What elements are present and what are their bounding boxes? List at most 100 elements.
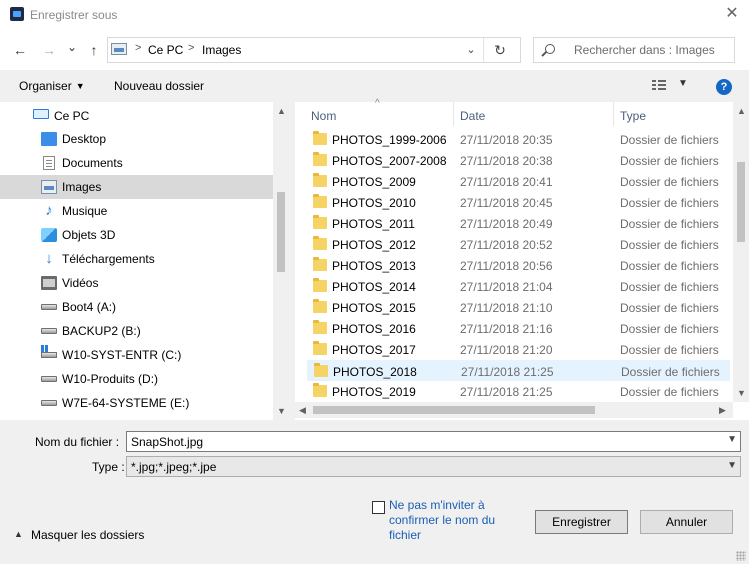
recent-locations-chevron-icon[interactable]: ⌄ [63, 38, 81, 56]
breadcrumb-separator-icon[interactable]: > [188, 42, 194, 54]
file-row[interactable]: PHOTOS_1999-2006 27/11/2018 20:35 Dossie… [307, 129, 730, 150]
address-divider [483, 38, 484, 62]
file-row[interactable]: PHOTOS_2014 27/11/2018 21:04 Dossier de … [307, 276, 730, 297]
column-header-name[interactable]: Nom [311, 109, 336, 123]
search-input[interactable] [574, 42, 732, 58]
file-name: PHOTOS_2009 [332, 175, 416, 189]
scroll-down-icon[interactable]: ▼ [277, 406, 286, 416]
file-date: 27/11/2018 20:49 [460, 217, 553, 231]
file-type: Dossier de fichiers [620, 259, 719, 273]
column-header-date[interactable]: Date [460, 109, 485, 123]
breadcrumb-separator-icon[interactable]: > [135, 42, 141, 54]
file-date: 27/11/2018 20:35 [460, 133, 553, 147]
file-date: 27/11/2018 21:25 [461, 365, 554, 379]
file-row-selected[interactable]: PHOTOS_2018 27/11/2018 21:25 Dossier de … [307, 360, 730, 381]
music-icon: ♪ [45, 202, 53, 219]
scrollbar-thumb[interactable] [277, 192, 285, 272]
sidebar-item-3d-objects[interactable]: Objets 3D [0, 223, 273, 247]
new-folder-button[interactable]: Nouveau dossier [114, 79, 204, 93]
file-name: PHOTOS_2014 [332, 280, 416, 294]
folder-icon [313, 215, 327, 229]
file-row[interactable]: PHOTOS_2010 27/11/2018 20:45 Dossier de … [307, 192, 730, 213]
file-row[interactable]: PHOTOS_2019 27/11/2018 21:25 Dossier de … [307, 381, 730, 402]
file-row[interactable]: PHOTOS_2009 27/11/2018 20:41 Dossier de … [307, 171, 730, 192]
downloads-icon: ↓ [45, 250, 53, 267]
sidebar-item-music[interactable]: ♪ Musique [0, 199, 273, 223]
file-row[interactable]: PHOTOS_2013 27/11/2018 20:56 Dossier de … [307, 255, 730, 276]
file-row[interactable]: PHOTOS_2011 27/11/2018 20:49 Dossier de … [307, 213, 730, 234]
sidebar-item-drive-e[interactable]: W7E-64-SYSTEME (E:) [0, 391, 273, 415]
column-divider[interactable] [613, 102, 614, 126]
scroll-up-icon[interactable]: ▲ [737, 106, 746, 116]
breadcrumb-this-pc[interactable]: Ce PC [148, 43, 183, 57]
navigation-pane: Ce PC Desktop Documents Images ♪ Musique… [0, 102, 289, 420]
chevron-down-icon[interactable]: ▼ [727, 434, 737, 445]
organize-menu[interactable]: Organiser ▼ [19, 79, 85, 93]
sidebar-item-documents[interactable]: Documents [0, 151, 273, 175]
title-bar: Enregistrer sous ✕ [0, 0, 749, 30]
file-type: Dossier de fichiers [620, 385, 719, 399]
file-row[interactable]: PHOTOS_2017 27/11/2018 21:20 Dossier de … [307, 339, 730, 360]
refresh-icon[interactable]: ↻ [488, 41, 512, 59]
column-header-type[interactable]: Type [620, 109, 646, 123]
folder-icon [313, 320, 327, 334]
scrollbar-thumb[interactable] [737, 162, 745, 242]
file-type: Dossier de fichiers [620, 175, 719, 189]
file-date: 27/11/2018 21:25 [460, 385, 553, 399]
3d-objects-icon [41, 228, 57, 242]
sidebar-item-drive-c[interactable]: W10-SYST-ENTR (C:) [0, 343, 273, 367]
dont-prompt-label[interactable]: Ne pas m'inviter à confirmer le nom du f… [389, 498, 519, 543]
save-button[interactable]: Enregistrer [535, 510, 628, 534]
scroll-right-icon[interactable]: ▶ [719, 405, 726, 416]
forward-arrow-icon[interactable]: → [40, 41, 58, 59]
sidebar-item-drive-a[interactable]: Boot4 (A:) [0, 295, 273, 319]
filename-input[interactable] [131, 434, 711, 449]
back-arrow-icon[interactable]: ← [11, 41, 29, 59]
column-headers: ^ Nom Date Type [295, 98, 733, 126]
file-list-vertical-scrollbar[interactable]: ▲ ▼ [733, 102, 749, 402]
sidebar-item-downloads[interactable]: ↓ Téléchargements [0, 247, 273, 271]
address-bar[interactable]: > Ce PC > Images ⌄ ↻ [107, 37, 521, 63]
pictures-icon [41, 180, 57, 194]
file-row[interactable]: PHOTOS_2015 27/11/2018 21:10 Dossier de … [307, 297, 730, 318]
file-list-horizontal-scrollbar[interactable]: ◀ ▶ [295, 402, 733, 418]
filetype-select[interactable]: *.jpg;*.jpeg;*.jpe ▼ [126, 456, 741, 477]
sidebar-item-label: Musique [62, 204, 108, 218]
up-arrow-icon[interactable]: ↑ [85, 41, 103, 59]
scrollbar-thumb[interactable] [313, 406, 595, 414]
drive-icon [41, 328, 57, 334]
file-date: 27/11/2018 20:56 [460, 259, 553, 273]
sidebar-item-desktop[interactable]: Desktop [0, 127, 273, 151]
drive-icon [41, 376, 57, 382]
sidebar-item-label: Vidéos [62, 276, 99, 290]
cancel-button[interactable]: Annuler [640, 510, 733, 534]
details-view-icon [652, 80, 666, 91]
file-name: PHOTOS_2018 [333, 365, 417, 379]
change-view-button[interactable]: ▼ [652, 78, 692, 94]
navigation-pane-scrollbar[interactable]: ▲ ▼ [273, 102, 289, 420]
filename-combobox[interactable]: ▼ [126, 431, 741, 452]
sidebar-item-drive-b[interactable]: BACKUP2 (B:) [0, 319, 273, 343]
scroll-up-icon[interactable]: ▲ [277, 106, 286, 116]
column-divider[interactable] [453, 102, 454, 126]
file-row[interactable]: PHOTOS_2007-2008 27/11/2018 20:38 Dossie… [307, 150, 730, 171]
file-row[interactable]: PHOTOS_2012 27/11/2018 20:52 Dossier de … [307, 234, 730, 255]
dont-prompt-checkbox[interactable] [372, 501, 385, 514]
sidebar-item-label: Ce PC [54, 109, 90, 123]
search-box[interactable] [533, 37, 735, 63]
sidebar-item-this-pc[interactable]: Ce PC [0, 104, 273, 128]
close-icon[interactable]: ✕ [723, 5, 741, 23]
sidebar-item-label: Boot4 (A:) [62, 300, 117, 314]
sidebar-item-drive-d[interactable]: W10-Produits (D:) [0, 367, 273, 391]
address-dropdown-icon[interactable]: ⌄ [461, 41, 481, 59]
help-icon[interactable]: ? [716, 79, 732, 95]
scroll-down-icon[interactable]: ▼ [737, 388, 746, 398]
scroll-left-icon[interactable]: ◀ [299, 405, 306, 416]
sidebar-item-label: Objets 3D [62, 228, 116, 242]
breadcrumb-images[interactable]: Images [202, 43, 241, 57]
resize-grip-icon[interactable] [736, 551, 746, 561]
sidebar-item-images[interactable]: Images [0, 175, 273, 199]
sidebar-item-videos[interactable]: Vidéos [0, 271, 273, 295]
file-row[interactable]: PHOTOS_2016 27/11/2018 21:16 Dossier de … [307, 318, 730, 339]
folder-icon [313, 299, 327, 313]
